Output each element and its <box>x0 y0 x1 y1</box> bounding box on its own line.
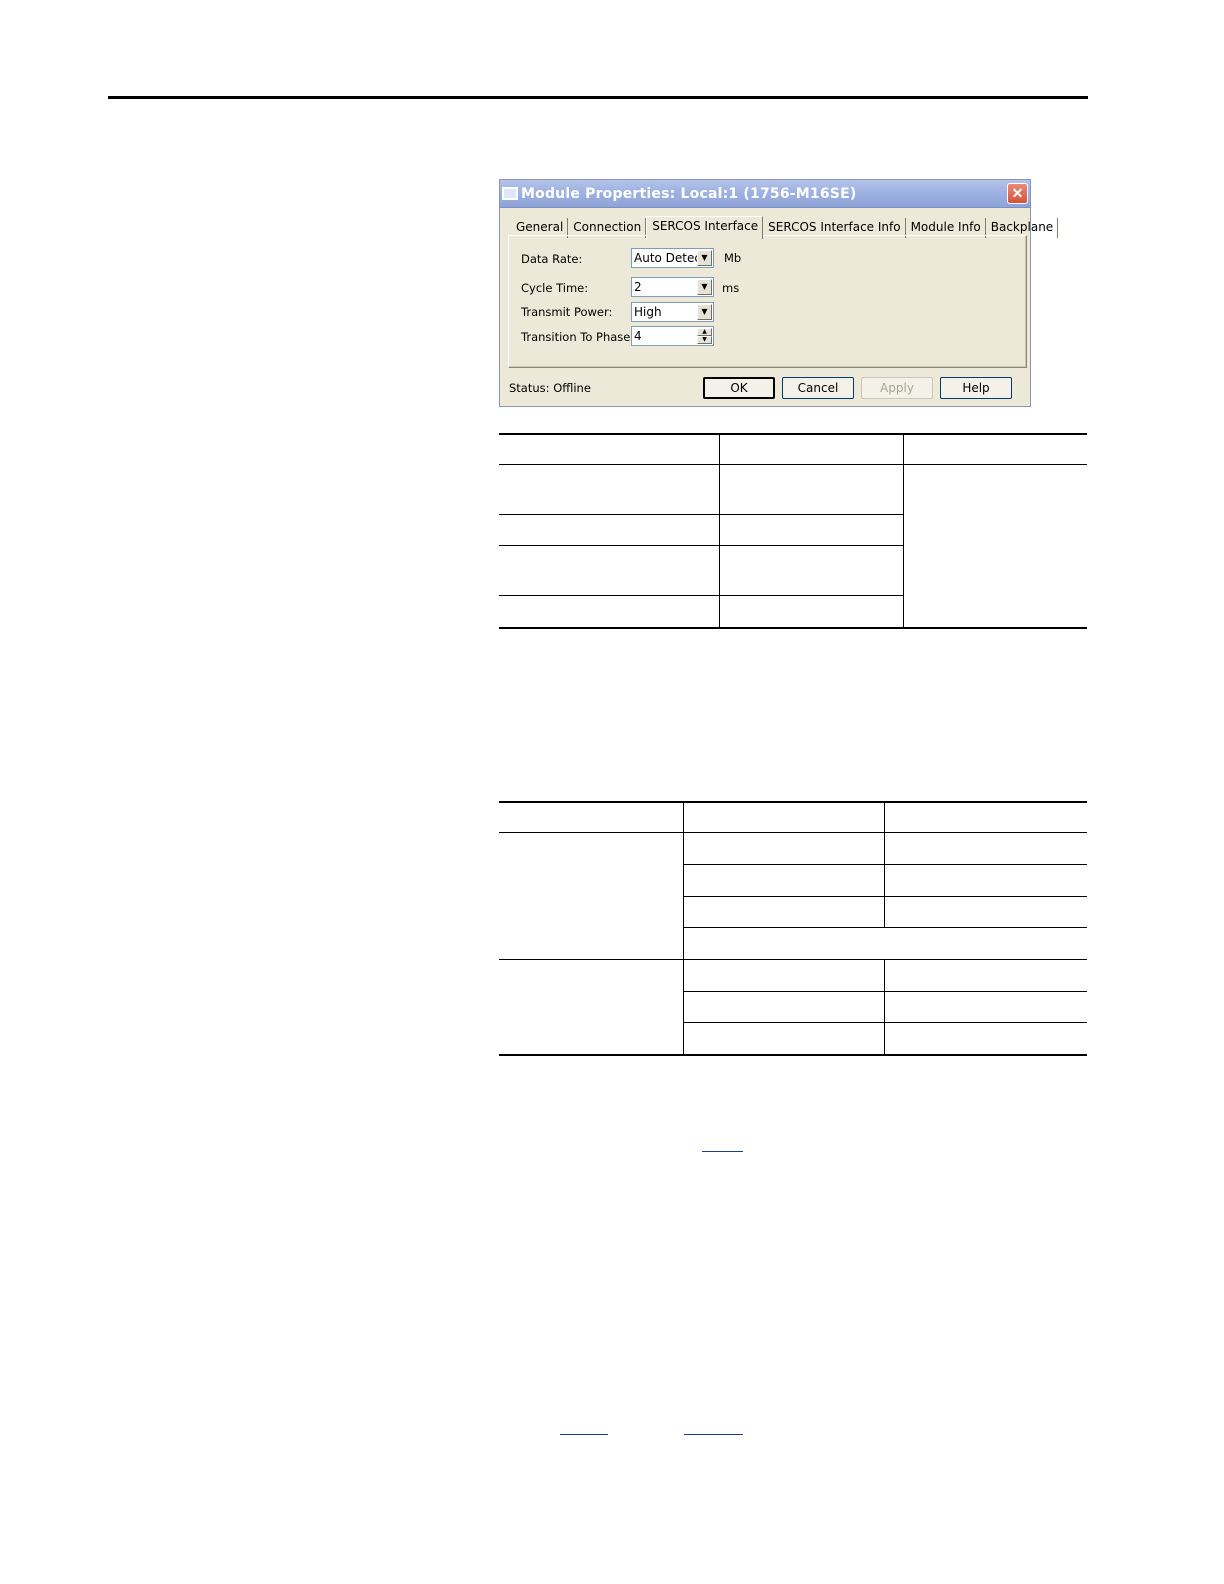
spin-down-icon[interactable]: ▼ <box>697 336 712 344</box>
window-icon <box>502 187 518 200</box>
tab-strip: General Connection SERCOS Interface SERC… <box>511 216 1059 239</box>
table-row-rule <box>499 514 903 515</box>
title-bar: Module Properties: Local:1 (1756-M16SE) … <box>500 180 1030 208</box>
table-col-rule <box>884 803 885 928</box>
dialog-title: Module Properties: Local:1 (1756-M16SE) <box>521 186 857 202</box>
sercos-interface-panel: Data Rate: Auto Detect ▼ Mb Cycle Time: … <box>508 235 1027 368</box>
table-row-rule <box>683 896 1087 897</box>
table-row-rule <box>499 545 903 546</box>
apply-button[interactable]: Apply <box>861 377 933 399</box>
cycle-time-label: Cycle Time: <box>521 281 589 295</box>
chevron-down-icon[interactable]: ▼ <box>697 279 712 295</box>
transmit-power-label: Transmit Power: <box>521 305 613 319</box>
data-rate-label: Data Rate: <box>521 252 583 266</box>
table-row-rule <box>683 1022 1087 1023</box>
table-row-rule <box>683 864 1087 865</box>
chevron-down-icon[interactable]: ▼ <box>697 304 712 320</box>
page-link[interactable] <box>560 1434 608 1435</box>
ok-button[interactable]: OK <box>703 377 775 399</box>
page-link[interactable] <box>684 1434 743 1435</box>
table-row-rule <box>683 927 1087 928</box>
table-2-bottom-rule <box>499 1054 1087 1056</box>
table-1-header-rule <box>499 464 1087 465</box>
spin-up-icon[interactable]: ▲ <box>697 328 712 336</box>
cycle-time-unit: ms <box>722 281 740 295</box>
table-2-header-rule <box>499 832 1087 833</box>
close-icon[interactable]: ✕ <box>1007 183 1028 204</box>
status-label: Status: <box>509 381 550 395</box>
transmit-power-select[interactable]: High ▼ <box>631 302 714 322</box>
data-rate-unit: Mb <box>724 251 742 265</box>
transition-to-phase-stepper[interactable]: 4 ▲ ▼ <box>631 326 714 346</box>
page-link[interactable] <box>702 1151 743 1152</box>
header-rule <box>108 96 1088 99</box>
chevron-down-icon[interactable]: ▼ <box>697 250 712 266</box>
table-row-rule <box>683 991 1087 992</box>
table-2-top-rule <box>499 801 1087 803</box>
table-row-rule <box>499 595 903 596</box>
table-1-top-rule <box>499 433 1087 435</box>
data-rate-select[interactable]: Auto Detect ▼ <box>631 248 714 268</box>
table-col-rule <box>884 960 885 1055</box>
cancel-button[interactable]: Cancel <box>782 377 854 399</box>
table-col-rule <box>683 803 684 1055</box>
status-text: Status: Offline <box>509 381 591 395</box>
data-rate-value: Auto Detect <box>634 251 706 265</box>
transition-to-phase-label: Transition To Phase: <box>521 330 635 344</box>
table-row-rule <box>499 959 1087 960</box>
table-1-bottom-rule <box>499 627 1087 629</box>
table-col-rule <box>719 435 720 628</box>
module-properties-dialog: Module Properties: Local:1 (1756-M16SE) … <box>499 179 1059 407</box>
help-button[interactable]: Help <box>940 377 1012 399</box>
table-col-rule <box>903 435 904 628</box>
cycle-time-value: 2 <box>634 280 642 294</box>
transition-to-phase-value: 4 <box>634 329 642 343</box>
cycle-time-select[interactable]: 2 ▼ <box>631 277 714 297</box>
tab-sercos-interface[interactable]: SERCOS Interface <box>646 216 764 239</box>
status-value: Offline <box>553 381 591 395</box>
transmit-power-value: High <box>634 305 662 319</box>
